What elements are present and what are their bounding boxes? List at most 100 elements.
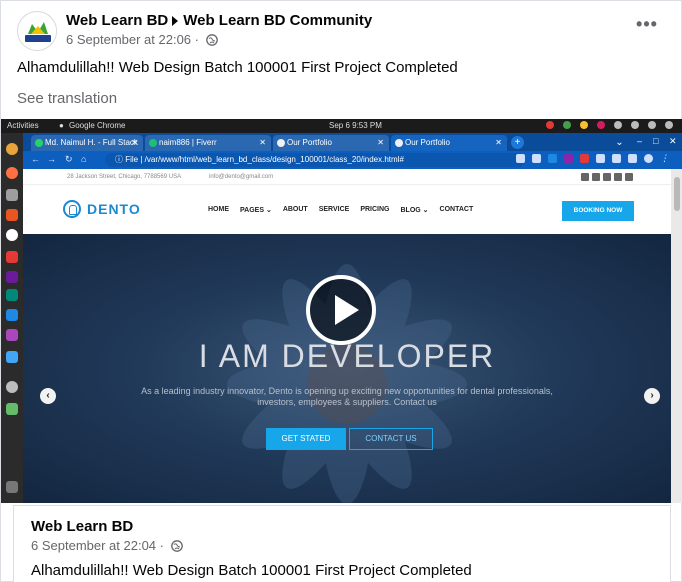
menu-item-about[interactable]: ABOUT bbox=[283, 206, 308, 214]
app-dock-icon bbox=[6, 289, 18, 301]
back-icon[interactable]: ← bbox=[31, 154, 40, 164]
page-scrollbar[interactable] bbox=[671, 169, 682, 503]
globe-icon bbox=[395, 139, 403, 147]
browser-tabstrip: Md. Naimul H. - Full Stack ✕ naim886 | Fi… bbox=[23, 133, 682, 151]
globe-icon bbox=[205, 34, 218, 46]
activities-label: Activities bbox=[7, 121, 39, 130]
slider-prev-icon[interactable]: ‹ bbox=[40, 388, 56, 404]
menu-item-blog[interactable]: BLOG ⌄ bbox=[400, 206, 428, 214]
post-video[interactable]: Activities ● Google Chrome Sep 6 9:53 PM bbox=[1, 119, 682, 503]
site-menu: HOME PAGES ⌄ ABOUT SERVICE PRICING BLOG … bbox=[208, 206, 473, 214]
menu-item-pricing[interactable]: PRICING bbox=[360, 206, 389, 214]
scrollbar-thumb[interactable] bbox=[674, 177, 680, 211]
chrome-dock-icon bbox=[6, 143, 18, 155]
youtube-icon[interactable] bbox=[603, 173, 611, 181]
chrome-icon: ● bbox=[59, 121, 64, 130]
close-icon[interactable]: ✕ bbox=[259, 135, 266, 151]
shared-post-card[interactable]: Web Learn BD 6 September at 22:04 · Alha… bbox=[13, 505, 671, 582]
shared-page-name[interactable]: Web Learn BD bbox=[31, 518, 133, 535]
menu-item-home[interactable]: HOME bbox=[208, 206, 229, 214]
sidebar-icon[interactable] bbox=[628, 154, 637, 163]
app-dock-icon bbox=[6, 381, 18, 393]
post-timestamp[interactable]: 6 September at 22:06 bbox=[66, 32, 191, 47]
fiverr-icon bbox=[149, 139, 157, 147]
clock: Sep 6 9:53 PM bbox=[329, 121, 382, 130]
software-dock-icon bbox=[6, 209, 18, 221]
browser-tab-active[interactable]: Our Portfolio ✕ bbox=[391, 135, 507, 151]
whatsapp-icon bbox=[35, 139, 43, 147]
extensions-puzzle-icon[interactable] bbox=[612, 154, 621, 163]
browser-toolbar: ← → ↻ ⌂ ⓘ File | /var/www/html/web_learn… bbox=[23, 151, 682, 169]
extension-icon[interactable] bbox=[548, 154, 557, 163]
browser-tab[interactable]: Our Portfolio ✕ bbox=[273, 135, 389, 151]
booking-now-button[interactable]: BOOKING NOW bbox=[562, 201, 634, 221]
minimize-icon[interactable]: – bbox=[637, 136, 642, 146]
close-window-icon[interactable]: ✕ bbox=[669, 136, 677, 147]
tab-search-icon[interactable]: ⌄ bbox=[613, 136, 626, 149]
extension-icon[interactable] bbox=[596, 154, 605, 163]
app-dock-icon bbox=[6, 403, 18, 415]
url-text: /var/www/html/web_learn_bd_class/design_… bbox=[144, 155, 404, 164]
twitter-icon[interactable] bbox=[592, 173, 600, 181]
url-scheme: File bbox=[125, 155, 139, 164]
extension-icon[interactable] bbox=[580, 154, 589, 163]
star-icon[interactable] bbox=[532, 154, 541, 163]
tray-app-icon bbox=[580, 121, 588, 129]
firefox-dock-icon bbox=[6, 167, 18, 179]
instagram-icon[interactable] bbox=[625, 173, 633, 181]
play-button-icon[interactable] bbox=[306, 275, 376, 345]
tab-label: naim886 | Fiverr bbox=[159, 138, 217, 147]
page-name-link[interactable]: Web Learn BD bbox=[66, 12, 168, 29]
page-avatar[interactable] bbox=[17, 11, 57, 51]
volume-icon bbox=[648, 121, 656, 129]
tray-app-icon bbox=[563, 121, 571, 129]
power-icon bbox=[665, 121, 673, 129]
reload-icon[interactable]: ↻ bbox=[65, 154, 73, 165]
address-bar[interactable]: ⓘ File | /var/www/html/web_learn_bd_clas… bbox=[105, 153, 525, 167]
app-name: Google Chrome bbox=[69, 121, 126, 130]
tab-label: Md. Naimul H. - Full Stack bbox=[45, 138, 138, 147]
extension-icon[interactable] bbox=[564, 154, 573, 163]
browser-tab[interactable]: naim886 | Fiverr ✕ bbox=[145, 135, 271, 151]
more-options-button[interactable]: ••• bbox=[633, 13, 661, 41]
menu-item-contact[interactable]: CONTACT bbox=[440, 206, 474, 214]
see-translation-link[interactable]: See translation bbox=[17, 90, 117, 107]
contact-us-button[interactable]: CONTACT US bbox=[349, 428, 433, 450]
facebook-icon[interactable] bbox=[581, 173, 589, 181]
info-icon: ⓘ bbox=[115, 155, 123, 164]
tray-app-icon bbox=[614, 121, 622, 129]
browser-tab[interactable]: Md. Naimul H. - Full Stack ✕ bbox=[31, 135, 143, 151]
site-topbar: 28 Jackson Street, Chicago, 7788569 USA … bbox=[23, 169, 671, 185]
app-dock-icon bbox=[6, 251, 18, 263]
close-icon[interactable]: ✕ bbox=[377, 135, 384, 151]
hero-subtitle: As a leading industry innovator, Dento i… bbox=[141, 386, 553, 407]
menu-item-pages[interactable]: PAGES ⌄ bbox=[240, 206, 272, 214]
extension-icons: ⋮ bbox=[516, 154, 669, 163]
menu-item-service[interactable]: SERVICE bbox=[319, 206, 350, 214]
slider-next-icon[interactable]: › bbox=[644, 388, 660, 404]
linkedin-icon[interactable] bbox=[614, 173, 622, 181]
post-meta: 6 September at 22:06 · bbox=[66, 32, 218, 47]
post-header: Web Learn BD Web Learn BD Community 6 Sep… bbox=[17, 9, 665, 51]
close-icon[interactable]: ✕ bbox=[495, 135, 502, 151]
group-name-link[interactable]: Web Learn BD Community bbox=[183, 12, 372, 29]
maximize-icon[interactable]: □ bbox=[653, 136, 658, 146]
desktop-topbar: Activities ● Google Chrome Sep 6 9:53 PM bbox=[1, 119, 682, 133]
vscode-dock-icon bbox=[6, 309, 18, 321]
get-started-button[interactable]: GET STATED bbox=[266, 428, 346, 450]
close-icon[interactable]: ✕ bbox=[131, 135, 138, 151]
post-author-line: Web Learn BD Web Learn BD Community bbox=[66, 12, 372, 29]
share-icon[interactable] bbox=[516, 154, 525, 163]
menu-kebab-icon[interactable]: ⋮ bbox=[660, 154, 669, 163]
profile-icon[interactable] bbox=[644, 154, 653, 163]
shared-timestamp[interactable]: 6 September at 22:04 bbox=[31, 538, 156, 553]
site-logo[interactable]: DENTO bbox=[63, 200, 141, 218]
new-tab-button[interactable]: + bbox=[511, 136, 524, 149]
home-icon[interactable]: ⌂ bbox=[81, 154, 86, 164]
app-dock-icon bbox=[6, 351, 18, 363]
hero-banner: I AM DEVELOPER As a leading industry inn… bbox=[23, 234, 671, 503]
shared-caption: Alhamdulillah!! Web Design Batch 100001 … bbox=[31, 562, 472, 579]
site-email[interactable]: info@dento@gmail.com bbox=[209, 174, 273, 180]
arrow-right-icon bbox=[172, 15, 179, 26]
forward-icon[interactable]: → bbox=[47, 154, 56, 164]
